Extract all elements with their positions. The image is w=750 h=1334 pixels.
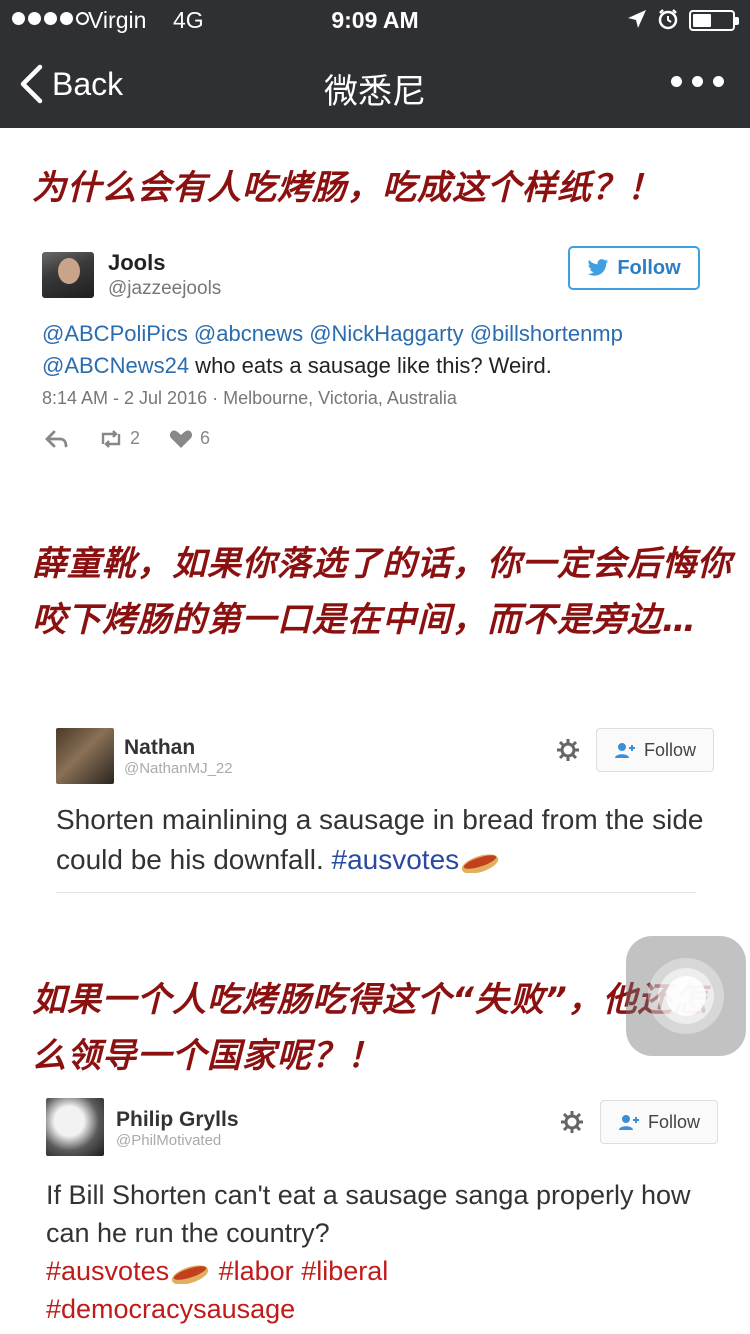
section-headline: 薛童靴，如果你落选了的话，你一定会后悔你咬下烤肠的第一口是在中间，而不是旁边… [32,544,732,640]
like-button[interactable]: 6 [168,428,210,449]
add-user-icon [618,1115,639,1130]
tweet-mention[interactable]: @ABCNews24 [42,353,189,378]
tweet-author-handle: @PhilMotivated [116,1132,222,1149]
status-bar: Virgin 4G 9:09 AM [0,0,750,40]
page-title: 微悉尼 [324,72,426,112]
alarm-clock-icon [658,9,678,30]
heart-icon [169,430,193,448]
top-bar: Virgin 4G 9:09 AM Back 微悉尼 [0,0,750,128]
tweet-hashtag[interactable]: #labor [219,1256,294,1286]
tweet-author-name: Nathan [124,736,196,759]
tweet-text: Shorten mainlining a sausage in bread fr… [56,800,720,880]
location-arrow-icon [628,10,646,28]
follow-label: Follow [647,1111,700,1132]
assistive-touch-button[interactable] [626,936,746,1056]
tweet-author-handle: @NathanMJ_22 [124,760,233,777]
nav-bar: Back 微悉尼 [0,40,750,128]
reply-button[interactable] [44,429,70,449]
follow-button[interactable]: Follow [568,246,700,290]
embedded-tweet: Nathan @NathanMJ_22 Follow Shorten mainl… [32,706,722,900]
more-options-button[interactable] [671,76,724,87]
tweet-author-name: Jools [108,250,166,275]
tweet-hashtag[interactable]: #ausvotes [46,1256,169,1286]
reply-icon [45,430,68,447]
tweet-hashtag[interactable]: #ausvotes [332,844,460,875]
tweet-text-line: who eats a sausage like this? Weird. [189,353,552,378]
like-count: 6 [200,428,211,448]
twitter-bird-icon [587,259,609,276]
follow-button[interactable]: Follow [600,1100,718,1144]
follow-button[interactable]: Follow [596,728,714,772]
tweet-hashtag[interactable]: #liberal [301,1256,388,1286]
avatar [56,728,114,784]
gear-icon[interactable] [560,1110,584,1134]
retweet-button[interactable]: 2 [98,428,140,449]
hotdog-emoji-icon [461,853,499,873]
avatar [42,252,94,298]
battery-icon [689,10,739,31]
tweet-timestamp-location: 8:14 AM - 2 Jul 2016 · Melbourne, Victor… [42,388,457,408]
tweet-actions: 2 6 [44,428,210,449]
avatar [46,1098,104,1156]
divider [56,892,696,893]
tweet-mentions[interactable]: @ABCPoliPics @abcnews @NickHaggarty @bil… [42,318,712,350]
embedded-tweet: Jools @jazzeejools Follow @ABCPoliPics @… [30,232,720,472]
section-headline: 为什么会有人吃烤肠，吃成这个样纸？！ [32,168,662,208]
retweet-count: 2 [130,428,141,448]
add-user-icon [614,743,635,758]
follow-label: Follow [643,739,696,760]
embedded-tweet: Philip Grylls @PhilMotivated Follow If B… [32,1088,722,1334]
tweet-author-handle: @jazzeejools [108,278,222,299]
tweet-author-name: Philip Grylls [116,1108,239,1131]
follow-label: Follow [617,256,681,279]
tweet-hashtag[interactable]: #democracysausage [46,1290,716,1328]
hotdog-emoji-icon [171,1265,209,1284]
tweet-text-line: If Bill Shorten can't eat a sausage sang… [46,1180,691,1248]
tweet-text: @ABCPoliPics @abcnews @NickHaggarty @bil… [42,318,712,382]
gear-icon[interactable] [556,738,580,762]
tweet-text: If Bill Shorten can't eat a sausage sang… [46,1176,716,1328]
retweet-icon [101,429,121,448]
